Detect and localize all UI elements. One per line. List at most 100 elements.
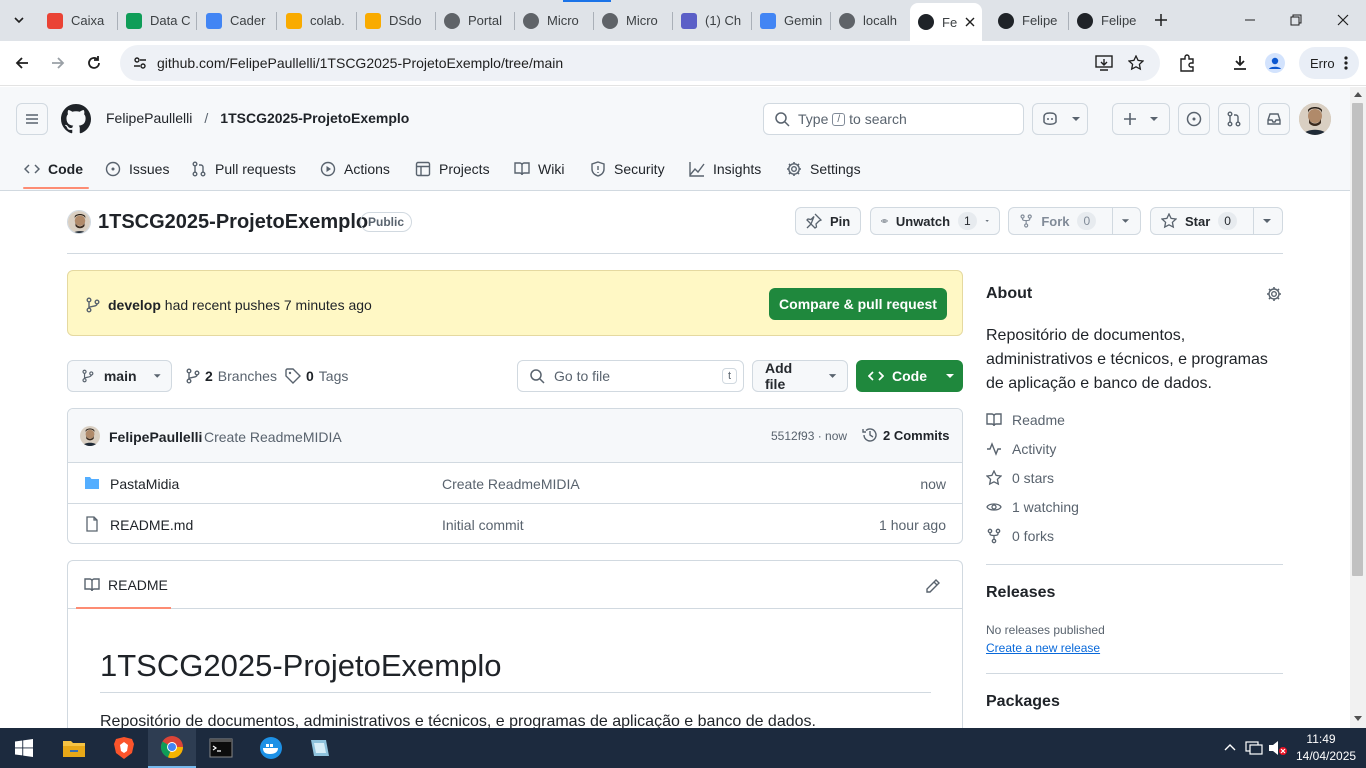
pin-button[interactable]: Pin	[795, 207, 862, 235]
browser-tab[interactable]: Felipe	[990, 4, 1067, 37]
tab-actions[interactable]: Actions	[320, 159, 390, 179]
commit-hash-time[interactable]: 5512f93 · now	[771, 429, 847, 443]
readme-tab[interactable]: README	[84, 577, 168, 593]
bookmark-star-icon[interactable]	[1124, 51, 1148, 75]
scroll-up-arrow[interactable]	[1354, 92, 1362, 97]
page-scrollbar[interactable]	[1350, 87, 1366, 728]
more-vert-icon[interactable]	[1343, 56, 1348, 70]
browser-tab[interactable]: Fe	[910, 3, 982, 41]
tab-issues[interactable]: Issues	[105, 159, 169, 179]
inbox-button[interactable]	[1258, 103, 1290, 135]
commit-message[interactable]: Create ReadmeMIDIA	[204, 429, 342, 445]
table-row[interactable]: README.md Initial commit 1 hour ago	[68, 503, 962, 543]
scrollbar-thumb[interactable]	[1352, 103, 1363, 576]
show-hidden-icons[interactable]	[1224, 743, 1236, 751]
tab-pull-requests[interactable]: Pull requests	[191, 159, 296, 179]
browser-tab[interactable]: Portal	[436, 4, 513, 37]
browser-tab[interactable]: Caixa	[39, 4, 116, 37]
tab-wiki[interactable]: Wiki	[514, 159, 564, 179]
brave-browser-icon[interactable]	[100, 728, 148, 768]
add-file-button[interactable]: Add file	[752, 360, 848, 392]
browser-tab[interactable]: Data C	[118, 4, 195, 37]
copilot-button[interactable]	[1032, 103, 1088, 135]
browser-tab[interactable]: Micro	[515, 4, 592, 37]
restore-icon[interactable]	[1284, 8, 1308, 32]
forward-icon[interactable]	[46, 51, 70, 75]
browser-tab[interactable]: Micro	[594, 4, 671, 37]
terminal-icon[interactable]	[197, 728, 245, 768]
tab-projects[interactable]: Projects	[415, 159, 490, 179]
file-commit-message[interactable]: Create ReadmeMIDIA	[442, 476, 580, 492]
watching-link[interactable]: 1 watching	[986, 499, 1079, 515]
commit-author[interactable]: FelipePaullelli	[109, 429, 202, 445]
banner-branch[interactable]: develop	[108, 297, 161, 313]
branches-link[interactable]: 2 Branches	[186, 368, 277, 384]
global-search-input[interactable]: Type / to search	[763, 103, 1024, 135]
extensions-icon[interactable]	[1175, 51, 1199, 75]
file-commit-message[interactable]: Initial commit	[442, 517, 524, 533]
repo-owner-avatar[interactable]	[67, 210, 91, 234]
windows-start-icon[interactable]	[0, 728, 48, 768]
file-name[interactable]: PastaMidia	[110, 476, 179, 492]
user-avatar[interactable]	[1299, 103, 1331, 135]
chrome-icon[interactable]	[148, 728, 196, 768]
file-explorer-icon[interactable]	[50, 728, 98, 768]
commits-link[interactable]: 2 Commits	[862, 427, 949, 443]
readme-link[interactable]: Readme	[986, 412, 1065, 428]
install-app-icon[interactable]	[1092, 51, 1116, 75]
fork-button[interactable]: Fork 0	[1008, 207, 1141, 235]
clock[interactable]: 11:49 14/04/2025	[1296, 731, 1356, 765]
tags-link[interactable]: 0 Tags	[285, 368, 348, 384]
github-logo-icon[interactable]	[61, 104, 91, 134]
global-menu-button[interactable]	[16, 103, 48, 135]
repo-title[interactable]: 1TSCG2025-ProjetoExemplo	[98, 211, 368, 234]
close-tab-icon[interactable]	[965, 17, 975, 27]
table-row[interactable]: PastaMidia Create ReadmeMIDIA now	[68, 462, 962, 503]
forks-link[interactable]: 0 forks	[986, 528, 1054, 544]
tab-security[interactable]: Security	[590, 159, 665, 179]
browser-tab[interactable]: DSdo	[357, 4, 434, 37]
stars-link[interactable]: 0 stars	[986, 470, 1054, 486]
tab-settings[interactable]: Settings	[786, 159, 861, 179]
download-icon[interactable]	[1228, 51, 1252, 75]
address-bar[interactable]: github.com/FelipePaullelli/1TSCG2025-Pro…	[120, 45, 1160, 81]
create-new-button[interactable]	[1112, 103, 1170, 135]
commit-author-avatar[interactable]	[80, 426, 100, 446]
reload-icon[interactable]	[82, 51, 106, 75]
browser-tab[interactable]: localh	[831, 4, 908, 37]
volume-muted-icon[interactable]	[1268, 740, 1288, 756]
minimize-icon[interactable]	[1238, 8, 1262, 32]
unwatch-button[interactable]: Unwatch 1	[870, 207, 1000, 235]
breadcrumb-repo[interactable]: 1TSCG2025-ProjetoExemplo	[220, 110, 409, 126]
new-tab-icon[interactable]	[1149, 8, 1173, 32]
activity-link[interactable]: Activity	[986, 441, 1056, 457]
app-icon[interactable]	[296, 728, 344, 768]
close-window-icon[interactable]	[1331, 8, 1355, 32]
network-icon[interactable]	[1245, 740, 1263, 756]
browser-tab[interactable]: Felipe	[1069, 4, 1146, 37]
profile-error-chip[interactable]: Erro	[1299, 47, 1359, 79]
breadcrumb-owner[interactable]: FelipePaullelli	[106, 110, 192, 126]
compare-pull-request-button[interactable]: Compare & pull request	[769, 288, 947, 320]
packages-title[interactable]: Packages	[986, 693, 1060, 711]
tab-insights[interactable]: Insights	[689, 159, 761, 179]
tab-code[interactable]: Code	[24, 159, 83, 179]
about-settings-icon[interactable]	[1266, 286, 1282, 302]
star-button[interactable]: Star 0	[1150, 207, 1283, 235]
browser-tab[interactable]: colab.	[278, 4, 355, 37]
file-name[interactable]: README.md	[110, 517, 193, 533]
browser-tab[interactable]: Gemin	[752, 4, 829, 37]
profile-icon[interactable]	[1263, 51, 1287, 75]
scroll-down-arrow[interactable]	[1354, 716, 1362, 721]
docker-icon[interactable]	[247, 728, 295, 768]
tab-search-icon[interactable]	[7, 8, 31, 32]
site-info-icon[interactable]	[128, 51, 152, 75]
create-release-link[interactable]: Create a new release	[986, 641, 1100, 655]
pull-requests-button[interactable]	[1218, 103, 1250, 135]
issues-button[interactable]	[1178, 103, 1210, 135]
branch-selector[interactable]: main	[67, 360, 172, 392]
releases-title[interactable]: Releases	[986, 584, 1055, 602]
code-button[interactable]: Code	[856, 360, 963, 392]
go-to-file-input[interactable]: Go to file t	[517, 360, 744, 392]
back-icon[interactable]	[10, 51, 34, 75]
